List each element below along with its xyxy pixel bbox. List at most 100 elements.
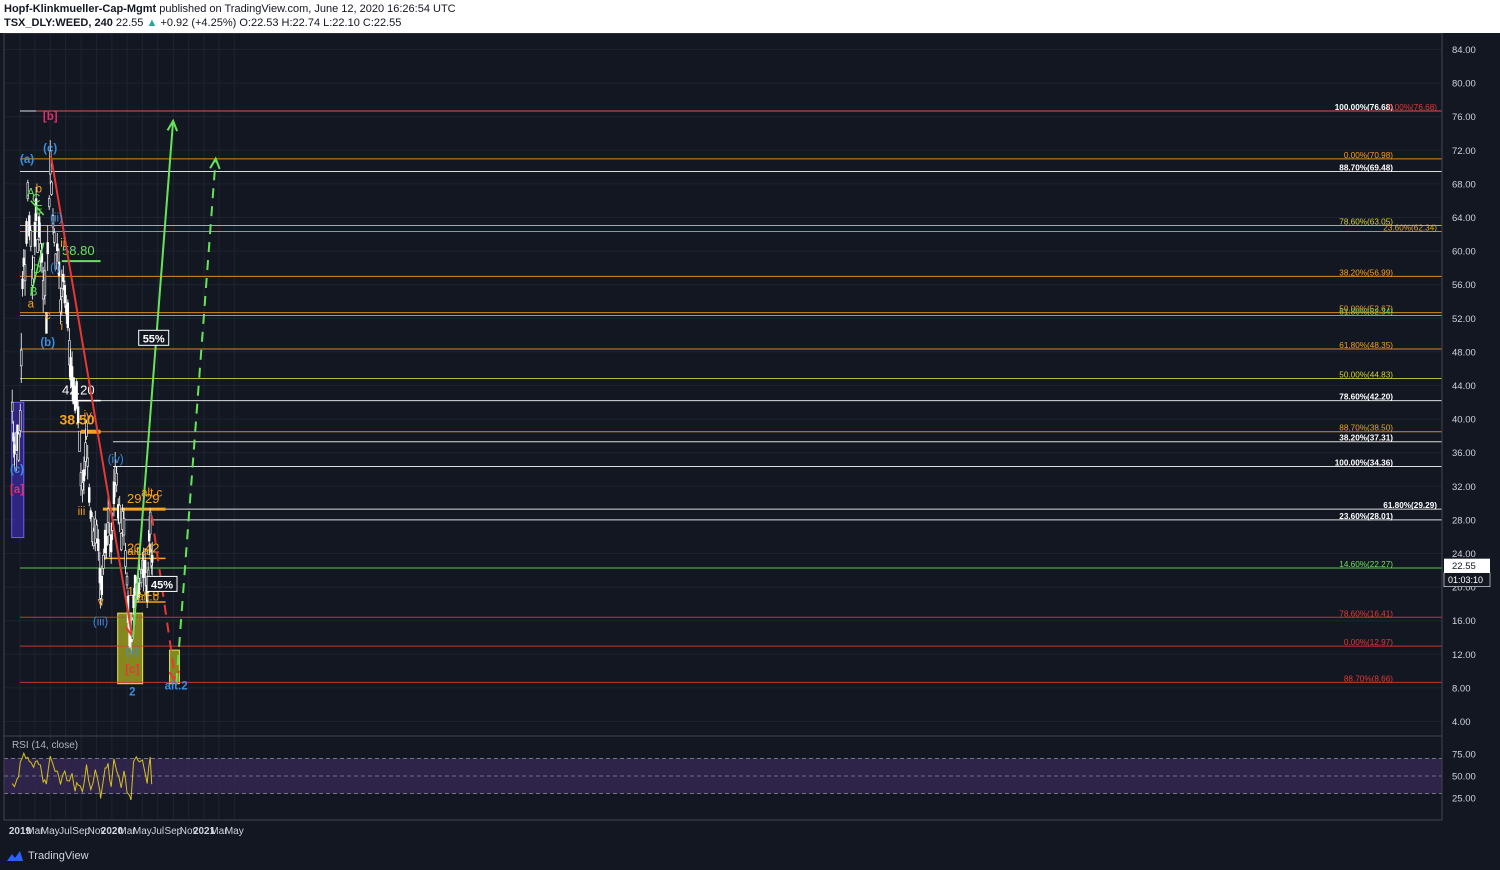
candle-body [112,481,116,505]
candle-body [66,302,70,329]
candle-body [53,232,56,243]
price-tick-label: 32.00 [1452,482,1476,493]
symbol-info: TSX_DLY:WEED, 240 22.55 ▲ +0.92 (+4.25%)… [4,17,401,29]
candle-body [36,238,39,253]
fib-level-label: 61.80%(29.29) [1383,501,1437,510]
fib-level-label: 100.00%(34.36) [1335,458,1394,467]
wave-label: alt.2 [165,681,188,693]
candle-body [95,524,98,539]
candle-body [120,533,123,551]
wave-label: [b] [43,111,58,123]
candle-body [124,550,127,567]
candle-body [48,198,51,208]
wave-label: 2 [129,686,135,698]
candle-body [125,576,129,586]
candle-body [23,264,27,282]
price-tick-label: 84.00 [1452,45,1476,56]
wave-label: alt.a [127,546,149,558]
candle-body [62,273,65,282]
up-arrow-icon: ▲ [146,17,158,29]
price-tick-label: 76.00 [1452,112,1476,123]
candle-body [85,422,88,437]
wave-label: v [98,597,104,609]
wave-label: alt.c [141,487,162,499]
price-tick-label: 64.00 [1452,213,1476,224]
price-tick-label: 44.00 [1452,381,1476,392]
price-tick-label: 60.00 [1452,247,1476,258]
time-tick-label: May [41,826,60,837]
candle-body [29,230,33,247]
time-tick-label: May [133,826,152,837]
candle-body [132,594,135,609]
rsi-tick-label: 50.00 [1452,772,1476,783]
wave-label: (iv) [108,454,124,466]
candle-body [59,299,62,313]
rsi-tick-label: 25.00 [1452,794,1476,805]
candle-body [78,430,81,452]
candle-body [86,457,89,467]
publish-info: Hopf-Klinkmueller-Cap-Mgmt published on … [4,3,456,15]
price-tick-label: 28.00 [1452,515,1476,526]
wave-label: [a] [10,484,24,496]
price-tick-label: 52.00 [1452,314,1476,325]
probability-label: 45% [151,579,173,591]
candle-body [106,508,110,523]
fib-level-label: 23.60%(28.01) [1339,512,1393,521]
price-tick-label: 8.00 [1452,683,1471,694]
candle-body [37,216,41,238]
wave-label: (i) [50,262,60,274]
price-tick-label: 56.00 [1452,280,1476,291]
rsi-pane [4,751,1442,801]
candle-body [17,433,20,461]
price-tick-label: 48.00 [1452,347,1476,358]
wave-label: (c) [43,143,57,155]
candle-body [76,406,80,424]
author-name[interactable]: Hopf-Klinkmueller-Cap-Mgmt [4,3,156,15]
candle-body [43,270,47,296]
price-tick-label: 4.00 [1452,717,1471,728]
fib-level-label: 61.80%(48.35) [1339,341,1393,350]
chart-background [0,33,1500,845]
last-price: 22.55 [115,17,144,29]
time-tick-label: Jul [151,826,164,837]
fib-level-label: 88.70%(69.48) [1339,163,1393,172]
candle-body [46,242,49,255]
wave-label: a [28,298,35,310]
candle-body [150,554,154,563]
wave-label: B [30,287,38,299]
wave-label: (ii) [50,213,63,225]
candle-body [97,539,100,551]
rsi-tick-label: 75.00 [1452,750,1476,761]
last-price-value: 22.55 [1452,561,1476,572]
wave-label: (a) [20,154,34,166]
chart-canvas[interactable]: 100.00%(76.68)0.00%(76.68)0.00%(70.98)88… [0,33,1500,845]
ohlc-values: O:22.53 H:22.74 L:22.10 C:22.55 [239,17,402,29]
wave-label: b [36,183,42,195]
candle-body [118,504,121,524]
footer-bar: TradingView [0,845,1500,870]
wave-label: iii [78,506,86,518]
fib-level-label: 61.80%(52.34) [1339,307,1393,316]
candle-body [39,243,42,251]
wave-label: (b) [40,337,55,349]
symbol-name[interactable]: TSX_DLY:WEED, 240 [4,17,113,29]
fib-level-label: 50.00%(44.83) [1339,371,1393,380]
fib-level-label: 23.60%(62.34) [1383,223,1437,232]
wave-label: E [35,204,43,216]
fib-level-label: 0.00%(70.98) [1344,151,1393,160]
candle-body [63,285,67,304]
candle-body [82,469,86,482]
candle-body [56,243,59,252]
wave-label: ii [60,238,65,250]
price-tick-label: 16.00 [1452,616,1476,627]
tradingview-brand[interactable]: TradingView [6,850,89,862]
price-tick-label: 40.00 [1452,415,1476,426]
price-tick-label: 68.00 [1452,179,1476,190]
fib-level-label: 38.20%(37.31) [1339,434,1393,443]
wave-label: D [33,264,41,276]
price-tick-label: 72.00 [1452,146,1476,157]
fib-level-label: 0.00%(12.97) [1344,638,1393,647]
fib-level-label: 88.70%(38.50) [1339,424,1393,433]
candle-body [105,535,108,546]
candle-body [102,554,105,569]
